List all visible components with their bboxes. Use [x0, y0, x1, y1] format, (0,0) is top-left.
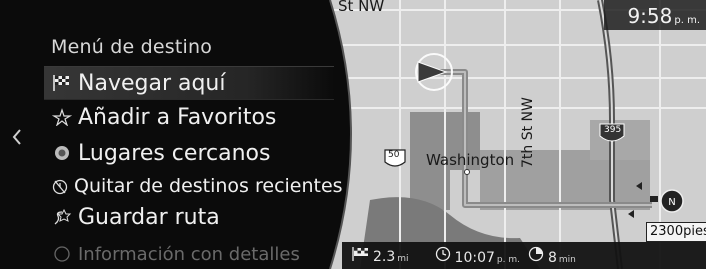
info-icon: [50, 242, 74, 266]
menu-item-label: Navegar aquí: [78, 70, 226, 96]
menu-item-navigate-here[interactable]: Navegar aquí: [44, 66, 334, 100]
menu-item-save-route[interactable]: Guardar ruta: [44, 201, 334, 233]
clock: 9:58 p. m.: [604, 0, 706, 30]
distance-segment: 2.3 mi: [352, 246, 409, 265]
map-scale[interactable]: 2300pies: [646, 222, 706, 242]
checkered-flag-icon: [50, 71, 74, 95]
clock-icon: [435, 246, 450, 261]
favorite-star-icon: [50, 105, 74, 129]
distance-unit: mi: [397, 253, 409, 264]
checkered-flag-icon: [352, 246, 368, 261]
menu-item-remove-recent[interactable]: Quitar de destinos recientes: [44, 170, 343, 202]
back-chevron-icon[interactable]: [10, 126, 24, 148]
clock-time: 9:58: [627, 4, 673, 28]
menu-item-nearby-places[interactable]: Lugares cercanos: [44, 137, 334, 169]
menu-item-label: Añadir a Favoritos: [78, 104, 277, 130]
save-route-icon: [50, 205, 74, 229]
destination-menu: Menú de destino Navegar aquí Añadir a Fa…: [0, 0, 706, 269]
duration-icon: [528, 246, 544, 261]
trip-info-bar[interactable]: 2.3 mi 10:07 p. m. 8 min: [342, 242, 706, 269]
nearby-places-icon: [50, 141, 74, 165]
navigation-screen: N St NW 7th St NW Washington 50 395 Menú…: [0, 0, 706, 269]
duration-unit: min: [558, 254, 576, 265]
eta-time: 10:07: [454, 249, 495, 266]
menu-item-label: Quitar de destinos recientes: [74, 175, 343, 197]
eta-segment: 10:07 p. m.: [435, 246, 520, 266]
clock-ampm: p. m.: [674, 15, 700, 26]
menu-title: Menú de destino: [51, 36, 213, 58]
eta-ampm: p. m.: [496, 254, 520, 265]
menu-item-add-favorites[interactable]: Añadir a Favoritos: [44, 101, 334, 133]
distance-value: 2.3: [373, 248, 396, 265]
menu-item-label: Información con detalles: [78, 243, 300, 265]
menu-item-detailed-info[interactable]: Información con detalles: [44, 238, 334, 269]
menu-item-label: Lugares cercanos: [78, 140, 271, 166]
duration-value: 8: [547, 249, 557, 266]
remove-recent-icon: [50, 174, 70, 198]
menu-item-label: Guardar ruta: [78, 204, 220, 230]
duration-segment: 8 min: [528, 246, 576, 266]
